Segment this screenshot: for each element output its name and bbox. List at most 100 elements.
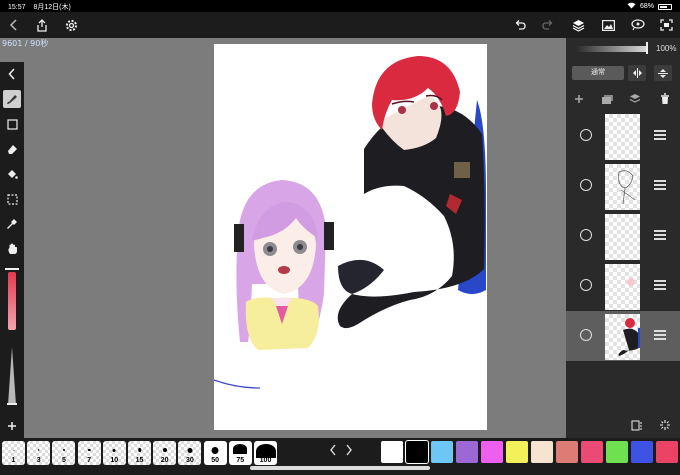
battery-icon <box>658 3 672 10</box>
brush-size-dot <box>13 449 14 451</box>
layer-visibility-toggle[interactable] <box>580 279 592 291</box>
hand-icon[interactable] <box>3 240 21 258</box>
color-swatch[interactable] <box>405 440 429 464</box>
home-indicator <box>250 466 430 470</box>
brush-size-label: 20 <box>160 457 169 464</box>
layer-visibility-toggle[interactable] <box>580 229 592 241</box>
share-icon[interactable] <box>32 16 52 34</box>
layer-row-selected[interactable] <box>566 311 680 361</box>
top-toolbar <box>0 12 680 38</box>
layer-menu-icon[interactable] <box>654 130 666 140</box>
color-swatch[interactable] <box>606 441 628 463</box>
color-swatch[interactable] <box>481 441 503 463</box>
layer-visibility-toggle[interactable] <box>580 179 592 191</box>
layer-thumbnail <box>605 214 640 260</box>
flip-vertical-icon[interactable] <box>654 65 672 81</box>
fill-icon[interactable] <box>3 165 21 183</box>
brush-size-dot <box>187 447 193 453</box>
brush-size-dot <box>62 449 65 451</box>
material-icon[interactable] <box>628 16 648 34</box>
add-layer-icon[interactable] <box>570 91 588 107</box>
layer-thumbnail <box>605 314 640 360</box>
redo-icon[interactable] <box>538 16 558 34</box>
duplicate-layer-icon[interactable] <box>598 91 616 107</box>
brush-icon[interactable] <box>3 90 21 108</box>
eyedropper-icon[interactable] <box>3 215 21 233</box>
brush-size-dot <box>112 448 116 452</box>
brush-size-button[interactable]: 3 <box>27 441 51 465</box>
brush-size-dot <box>255 444 276 458</box>
layer-row[interactable] <box>566 211 680 261</box>
color-swatch[interactable] <box>581 441 603 463</box>
brush-size-dot <box>137 448 142 452</box>
status-date: 8月12日(木) <box>33 4 71 11</box>
layer-row[interactable] <box>566 161 680 211</box>
fullscreen-icon[interactable] <box>656 16 676 34</box>
add-icon[interactable] <box>3 417 21 435</box>
layer-visibility-toggle[interactable] <box>580 129 592 141</box>
eraser-icon[interactable] <box>3 140 21 158</box>
color-swatch[interactable] <box>381 441 403 463</box>
wifi-icon <box>627 2 636 11</box>
status-bar: 15:57 8月12日(木) 68% <box>0 0 680 12</box>
brush-size-button[interactable]: 20 <box>153 441 177 465</box>
color-swatch[interactable] <box>506 441 528 463</box>
brush-size-button[interactable]: 30 <box>178 441 202 465</box>
blend-mode-button[interactable]: 通常 <box>572 66 624 80</box>
brush-size-label: 100 <box>259 457 272 464</box>
layers-icon[interactable] <box>568 16 588 34</box>
color-swatch[interactable] <box>631 441 653 463</box>
brush-size-button[interactable]: 50 <box>203 441 227 465</box>
chevron-right-icon[interactable] <box>342 444 356 462</box>
color-swatch[interactable] <box>656 441 678 463</box>
drawing-canvas[interactable] <box>214 44 487 430</box>
brush-size-slider[interactable] <box>5 268 19 330</box>
back-icon[interactable] <box>4 16 24 34</box>
layer-menu-icon[interactable] <box>654 230 666 240</box>
layer-menu-icon[interactable] <box>654 180 666 190</box>
select-icon[interactable] <box>3 190 21 208</box>
gear-icon[interactable] <box>61 16 81 34</box>
delete-layer-icon[interactable] <box>656 91 674 107</box>
brush-opacity-slider[interactable] <box>7 347 17 405</box>
stroke-line <box>214 379 261 389</box>
brush-size-label: 15 <box>135 457 144 464</box>
battery-percent: 68% <box>639 3 654 10</box>
brush-size-button[interactable]: 100 <box>254 441 277 465</box>
brush-size-dot <box>37 449 40 451</box>
layer-opacity-value: 100% <box>656 44 677 53</box>
brush-size-button[interactable]: 7 <box>77 441 101 465</box>
brush-size-button[interactable]: 5 <box>52 441 76 465</box>
brush-size-button[interactable]: 15 <box>128 441 151 465</box>
merge-layer-icon[interactable] <box>626 91 644 107</box>
layer-opacity-slider[interactable] <box>576 46 648 52</box>
frame-counter: 9601 / 90秒 <box>2 39 49 48</box>
brush-size-label: 3 <box>36 457 41 464</box>
brush-size-dot <box>162 448 167 452</box>
flip-horizontal-icon[interactable] <box>628 65 646 81</box>
brush-size-button[interactable]: 10 <box>102 441 126 465</box>
filter-icon[interactable] <box>656 417 674 433</box>
undo-icon[interactable] <box>510 16 530 34</box>
layer-properties-icon[interactable] <box>628 417 646 433</box>
brush-size-button[interactable]: 1 <box>2 441 25 465</box>
chevron-left-icon[interactable] <box>326 444 340 462</box>
layer-visibility-toggle[interactable] <box>580 329 592 341</box>
color-swatch[interactable] <box>556 441 578 463</box>
brush-size-button[interactable]: 75 <box>228 441 252 465</box>
layers-panel: 100% 通常 <box>566 38 680 438</box>
image-icon[interactable] <box>598 16 618 34</box>
tool-bar <box>0 62 24 438</box>
layer-row[interactable] <box>566 111 680 161</box>
color-swatch[interactable] <box>431 441 453 463</box>
color-swatch[interactable] <box>531 441 553 463</box>
layer-menu-icon[interactable] <box>654 330 666 340</box>
layer-opacity-thumb[interactable] <box>646 42 648 54</box>
collapse-icon[interactable] <box>3 65 21 83</box>
layer-menu-icon[interactable] <box>654 280 666 290</box>
color-swatch[interactable] <box>456 441 478 463</box>
rectangle-icon[interactable] <box>3 115 21 133</box>
brush-size-label: 50 <box>211 457 219 464</box>
layer-row[interactable] <box>566 261 680 311</box>
layer-thumbnail <box>605 114 640 160</box>
